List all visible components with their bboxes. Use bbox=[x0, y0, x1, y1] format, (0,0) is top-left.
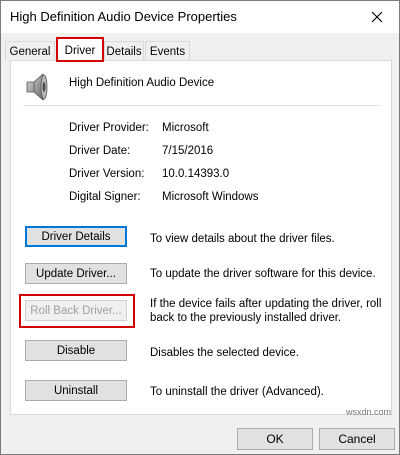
driver-details-button[interactable]: Driver Details bbox=[25, 226, 127, 247]
roll-back-description-line2: back to the previously installed driver. bbox=[150, 312, 342, 324]
update-driver-description: To update the driver software for this d… bbox=[150, 268, 376, 280]
driver-date-label: Driver Date: bbox=[69, 145, 131, 157]
tab-details[interactable]: Details bbox=[104, 41, 144, 61]
title-bar[interactable]: High Definition Audio Device Properties bbox=[1, 1, 399, 33]
driver-version-value: 10.0.14393.0 bbox=[162, 168, 230, 180]
watermark: wsxdn.com bbox=[345, 407, 391, 417]
driver-provider-label: Driver Provider: bbox=[69, 122, 149, 134]
driver-tab-panel: High Definition Audio Device Driver Prov… bbox=[10, 60, 392, 415]
close-icon bbox=[371, 11, 383, 23]
disable-description: Disables the selected device. bbox=[150, 347, 299, 359]
driver-details-description: To view details about the driver files. bbox=[150, 233, 335, 245]
driver-provider-value: Microsoft bbox=[162, 122, 209, 134]
speaker-icon bbox=[26, 73, 48, 101]
window-title: High Definition Audio Device Properties bbox=[10, 9, 237, 24]
roll-back-description-line1: If the device fails after updating the d… bbox=[150, 298, 382, 310]
driver-date-value: 7/15/2016 bbox=[162, 145, 214, 157]
tab-events[interactable]: Events bbox=[145, 41, 190, 61]
divider bbox=[23, 105, 381, 106]
roll-back-driver-button[interactable]: Roll Back Driver... bbox=[25, 300, 127, 321]
update-driver-button[interactable]: Update Driver... bbox=[25, 263, 127, 284]
ok-button[interactable]: OK bbox=[237, 428, 313, 450]
uninstall-description: To uninstall the driver (Advanced). bbox=[150, 386, 324, 398]
cancel-button[interactable]: Cancel bbox=[319, 428, 395, 450]
tab-strip: General Driver Details Events bbox=[1, 33, 399, 62]
driver-version-label: Driver Version: bbox=[69, 168, 145, 180]
device-name: High Definition Audio Device bbox=[69, 77, 215, 89]
properties-dialog: High Definition Audio Device Properties … bbox=[0, 0, 400, 455]
uninstall-button[interactable]: Uninstall bbox=[25, 380, 127, 401]
digital-signer-label: Digital Signer: bbox=[69, 191, 141, 203]
tab-driver[interactable]: Driver bbox=[57, 38, 103, 62]
digital-signer-value: Microsoft Windows bbox=[162, 191, 259, 203]
close-button[interactable] bbox=[355, 1, 399, 33]
tab-general[interactable]: General bbox=[5, 41, 55, 61]
disable-button[interactable]: Disable bbox=[25, 340, 127, 361]
